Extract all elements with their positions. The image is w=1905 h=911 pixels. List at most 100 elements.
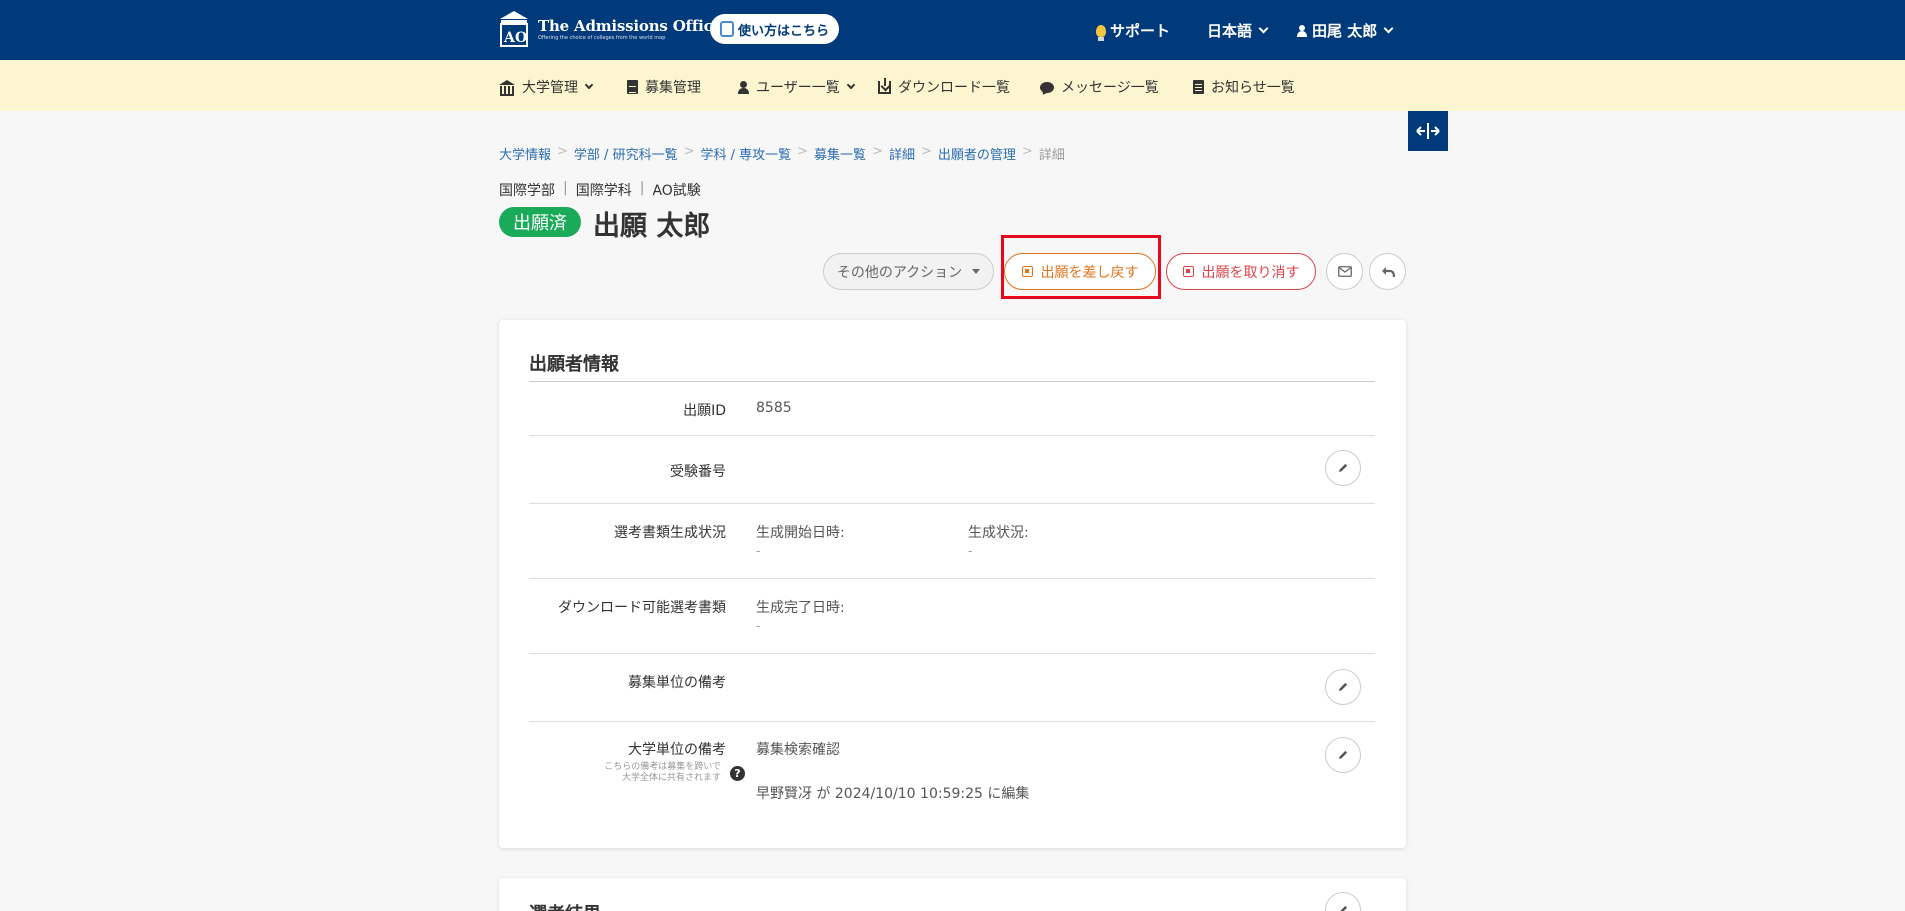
site-logo[interactable]: A O The Admissions Office Offering the c…: [498, 10, 722, 48]
secondary-navbar: 大学管理 募集管理 ユーザー一覧 ダウンロード一覧 メッセージ一覧 お知らせ一覧: [0, 60, 1905, 111]
breadcrumb-applicant-management[interactable]: 出願者の管理: [938, 144, 1016, 163]
return-icon: [1021, 266, 1033, 277]
language-dropdown[interactable]: 日本語: [1207, 20, 1269, 41]
document-icon: [1193, 80, 1204, 94]
support-link[interactable]: サポート: [1096, 20, 1170, 41]
expand-width-button[interactable]: [1408, 111, 1448, 151]
gen-start-label: 生成開始日時:: [756, 525, 845, 541]
nav-message-list[interactable]: メッセージ一覧: [1040, 77, 1159, 97]
logo-subtitle: Offering the choice of colleges from the…: [538, 34, 666, 41]
application-id-label: 出願ID: [683, 403, 726, 419]
comment-icon: [1040, 81, 1054, 93]
nav-label: メッセージ一覧: [1061, 80, 1159, 96]
breadcrumb-recruitment-list[interactable]: 募集一覧: [814, 144, 866, 163]
department-name: 国際学科: [575, 183, 632, 199]
nav-label: 大学管理: [522, 80, 578, 96]
cancel-label: 出願を取り消す: [1201, 264, 1300, 281]
cancel-application-button[interactable]: 出願を取り消す: [1166, 253, 1316, 290]
edit-university-note-button[interactable]: [1325, 737, 1361, 773]
selection-results-title: 選考結果: [529, 900, 601, 911]
user-name: 田尾 太郎: [1312, 22, 1378, 40]
chevron-down-icon: [1383, 23, 1394, 34]
edit-exam-number-button[interactable]: [1325, 450, 1361, 486]
row-divider: [529, 578, 1375, 579]
back-button[interactable]: [1369, 253, 1406, 290]
application-id-value: 8585: [756, 400, 792, 416]
top-navbar: A O The Admissions Office Offering the c…: [0, 0, 1905, 60]
download-icon: [878, 77, 891, 94]
user-menu-dropdown[interactable]: 田尾 太郎: [1297, 20, 1394, 41]
user-icon: [738, 80, 749, 94]
question-circle-icon[interactable]: ?: [730, 766, 745, 781]
breadcrumb-department-list[interactable]: 学科 / 専攻一覧: [700, 144, 791, 163]
svg-text:O: O: [515, 30, 527, 46]
nav-label: ユーザー一覧: [756, 80, 840, 96]
logo-title: The Admissions Office: [538, 16, 722, 35]
gen-status-value: -: [968, 544, 973, 558]
university-note-value: 募集検索確認: [756, 742, 840, 758]
nav-label: お知らせ一覧: [1211, 80, 1295, 96]
pencil-icon: [1339, 463, 1348, 472]
applicant-info-title: 出願者情報: [529, 354, 619, 375]
program-path: 国際学部 | 国際学科 | AO試験: [499, 180, 701, 200]
breadcrumb-university-info[interactable]: 大学情報: [499, 144, 551, 163]
pencil-icon: [1340, 905, 1348, 911]
nav-user-list[interactable]: ユーザー一覧: [738, 77, 855, 97]
edit-selection-results-button[interactable]: [1325, 892, 1361, 911]
chevron-down-icon: [584, 80, 594, 90]
breadcrumb-current: 詳細: [1038, 148, 1065, 163]
howto-button[interactable]: 使い方はこちら: [710, 14, 839, 44]
nav-university-management[interactable]: 大学管理: [499, 77, 594, 97]
gen-start-value: -: [756, 544, 761, 558]
nav-label: ダウンロード一覧: [898, 80, 1010, 96]
selection-results-card: 選考結果: [499, 878, 1406, 911]
gen-complete-label: 生成完了日時:: [756, 600, 845, 616]
other-actions-dropdown[interactable]: その他のアクション: [823, 253, 994, 290]
path-separator: |: [639, 180, 645, 196]
nav-label: 募集管理: [645, 80, 701, 96]
breadcrumb-faculty-list[interactable]: 学部 / 研究科一覧: [574, 144, 678, 163]
other-actions-label: その他のアクション: [836, 264, 963, 281]
edit-recruitment-note-button[interactable]: [1325, 669, 1361, 705]
return-label: 出願を差し戻す: [1040, 264, 1139, 281]
breadcrumb-recruitment-detail[interactable]: 詳細: [889, 144, 915, 163]
cancel-icon: [1182, 266, 1194, 277]
user-icon: [1297, 24, 1307, 37]
exam-number-label: 受験番号: [670, 464, 726, 480]
title-divider: [529, 381, 1375, 382]
university-note-help-line1: こちらの備考は募集を跨いで: [604, 762, 721, 772]
nav-download-list[interactable]: ダウンロード一覧: [878, 77, 1010, 97]
book-icon: [720, 21, 734, 37]
exam-name: AO試験: [652, 183, 701, 199]
pencil-icon: [1339, 682, 1348, 691]
row-divider: [529, 503, 1375, 504]
breadcrumb-separator: >: [557, 144, 568, 159]
nav-notice-list[interactable]: お知らせ一覧: [1193, 77, 1295, 97]
send-mail-button[interactable]: [1326, 253, 1363, 290]
chevron-down-icon: [1258, 23, 1269, 34]
breadcrumb-separator: >: [872, 144, 883, 159]
chevron-down-icon: [846, 80, 855, 90]
applicant-info-card: 出願者情報 出願ID 8585 受験番号 選考書類生成状況 生成開始日時: - …: [499, 320, 1406, 848]
row-divider: [529, 435, 1375, 436]
row-divider: [529, 721, 1375, 722]
status-badge: 出願済: [499, 207, 581, 237]
support-label: サポート: [1110, 22, 1171, 40]
university-note-edited: 早野賢冴 が 2024/10/10 10:59:25 に編集: [756, 786, 1030, 802]
doc-generation-label: 選考書類生成状況: [614, 525, 726, 541]
university-note-label: 大学単位の備考: [628, 742, 726, 758]
downloadable-docs-label: ダウンロード可能選考書類: [558, 600, 726, 616]
arrows-horizontal-icon: [1416, 123, 1440, 139]
nav-recruitment-management[interactable]: 募集管理: [627, 77, 701, 97]
return-application-button[interactable]: 出願を差し戻す: [1004, 253, 1156, 290]
howto-label: 使い方はこちら: [738, 23, 830, 39]
file-icon: [627, 80, 638, 94]
breadcrumb-separator: >: [683, 144, 695, 159]
caret-down-icon: [972, 269, 981, 274]
page-title: 出願 太郎: [593, 211, 711, 242]
breadcrumb: 大学情報 > 学部 / 研究科一覧 > 学科 / 専攻一覧 > 募集一覧 > 詳…: [499, 144, 1065, 163]
path-separator: |: [563, 180, 568, 196]
gen-complete-value: -: [756, 619, 761, 633]
envelope-icon: [1337, 266, 1352, 277]
breadcrumb-separator: >: [920, 144, 932, 159]
